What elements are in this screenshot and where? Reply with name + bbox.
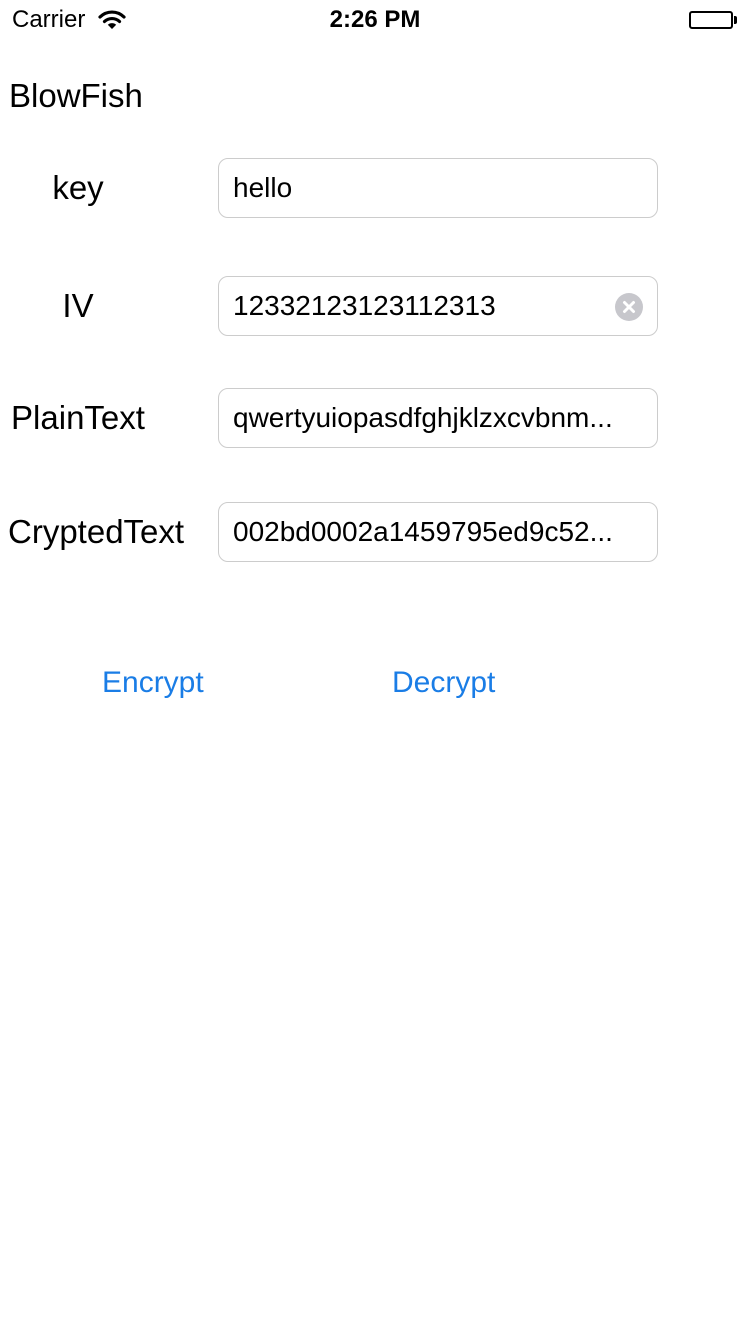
cryptedtext-field-value: 002bd0002a1459795ed9c52... — [233, 516, 613, 547]
status-bar: Carrier 2:26 PM — [0, 0, 750, 40]
app-title: BlowFish — [9, 77, 143, 114]
battery-icon — [689, 11, 739, 31]
plaintext-label: PlainText — [11, 399, 145, 436]
plaintext-field-value: qwertyuiopasdfghjklzxcvbnm... — [233, 402, 613, 433]
encrypt-button[interactable]: Encrypt — [102, 664, 204, 702]
decrypt-button[interactable]: Decrypt — [392, 664, 495, 702]
iv-field[interactable]: 12332123123112313 — [218, 276, 658, 336]
key-label: key — [52, 169, 104, 206]
iv-label: IV — [62, 287, 94, 324]
plaintext-field[interactable]: qwertyuiopasdfghjklzxcvbnm... — [218, 388, 658, 448]
status-time: 2:26 PM — [329, 6, 421, 33]
key-field-value: hello — [233, 172, 293, 203]
iv-field-value: 12332123123112313 — [233, 290, 496, 321]
clear-icon[interactable] — [615, 293, 643, 321]
key-field[interactable]: hello — [218, 158, 658, 218]
cryptedtext-field[interactable]: 002bd0002a1459795ed9c52... — [218, 502, 658, 562]
cryptedtext-label: CryptedText — [8, 513, 185, 550]
